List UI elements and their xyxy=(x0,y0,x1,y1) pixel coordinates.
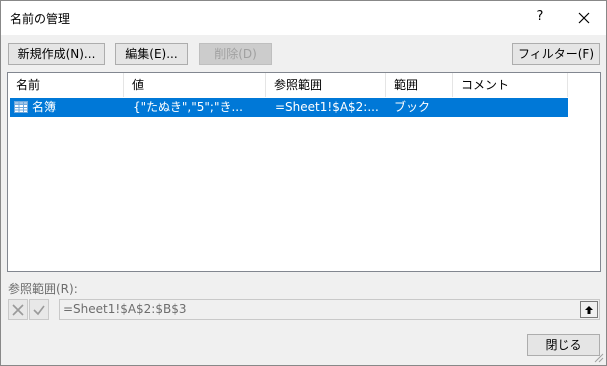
resize-grip-icon[interactable] xyxy=(592,351,604,363)
edit-button[interactable]: 編集(E)... xyxy=(115,43,188,65)
row-scope: ブック xyxy=(394,100,431,114)
close-window-button[interactable] xyxy=(569,5,599,29)
names-list[interactable]: 名前 値 参照範囲 範囲 コメント 名簿 {"たぬき","5";"き... =S… xyxy=(7,72,601,272)
table-grid-icon xyxy=(14,101,28,113)
dialog-title: 名前の管理 xyxy=(10,12,71,26)
x-icon xyxy=(12,303,24,316)
column-header-refers-to[interactable]: 参照範囲 xyxy=(266,73,386,97)
cancel-edit-button[interactable] xyxy=(8,299,28,320)
arrow-up-icon xyxy=(585,306,593,314)
row-name: 名簿 xyxy=(32,100,57,114)
refers-to-label: 参照範囲(R): xyxy=(8,282,78,296)
refers-to-field[interactable]: =Sheet1!$A$2:$B$3 xyxy=(59,299,600,320)
column-header-scope[interactable]: 範囲 xyxy=(386,73,453,97)
filter-label: フィルター(F) xyxy=(517,47,595,61)
table-row[interactable]: 名簿 {"たぬき","5";"き... =Sheet1!$A$2:... ブック xyxy=(10,98,568,117)
name-manager-dialog: 名前の管理 ? 新規作成(N)... 編集(E)... 削除(D) フィルター(… xyxy=(0,0,607,366)
filter-button[interactable]: フィルター(F) xyxy=(512,43,600,77)
row-value: {"たぬき","5";"き... xyxy=(133,100,243,114)
refers-to-input[interactable]: =Sheet1!$A$2:$B$3 xyxy=(63,300,187,319)
new-button[interactable]: 新規作成(N)... xyxy=(8,43,105,65)
column-header-name[interactable]: 名前 xyxy=(8,73,124,97)
close-button[interactable]: 閉じる xyxy=(527,334,600,356)
row-comment xyxy=(461,98,561,117)
help-button[interactable]: ? xyxy=(529,5,551,29)
row-refers-to: =Sheet1!$A$2:... xyxy=(275,100,379,114)
collapse-dialog-button[interactable] xyxy=(580,301,598,318)
check-icon xyxy=(33,305,45,315)
column-header-value[interactable]: 値 xyxy=(124,73,266,97)
close-icon xyxy=(578,12,590,23)
delete-button[interactable]: 削除(D) xyxy=(199,43,272,65)
confirm-edit-button[interactable] xyxy=(29,299,49,320)
title-bar: 名前の管理 ? xyxy=(1,1,606,35)
column-header-comment[interactable]: コメント xyxy=(453,73,568,97)
